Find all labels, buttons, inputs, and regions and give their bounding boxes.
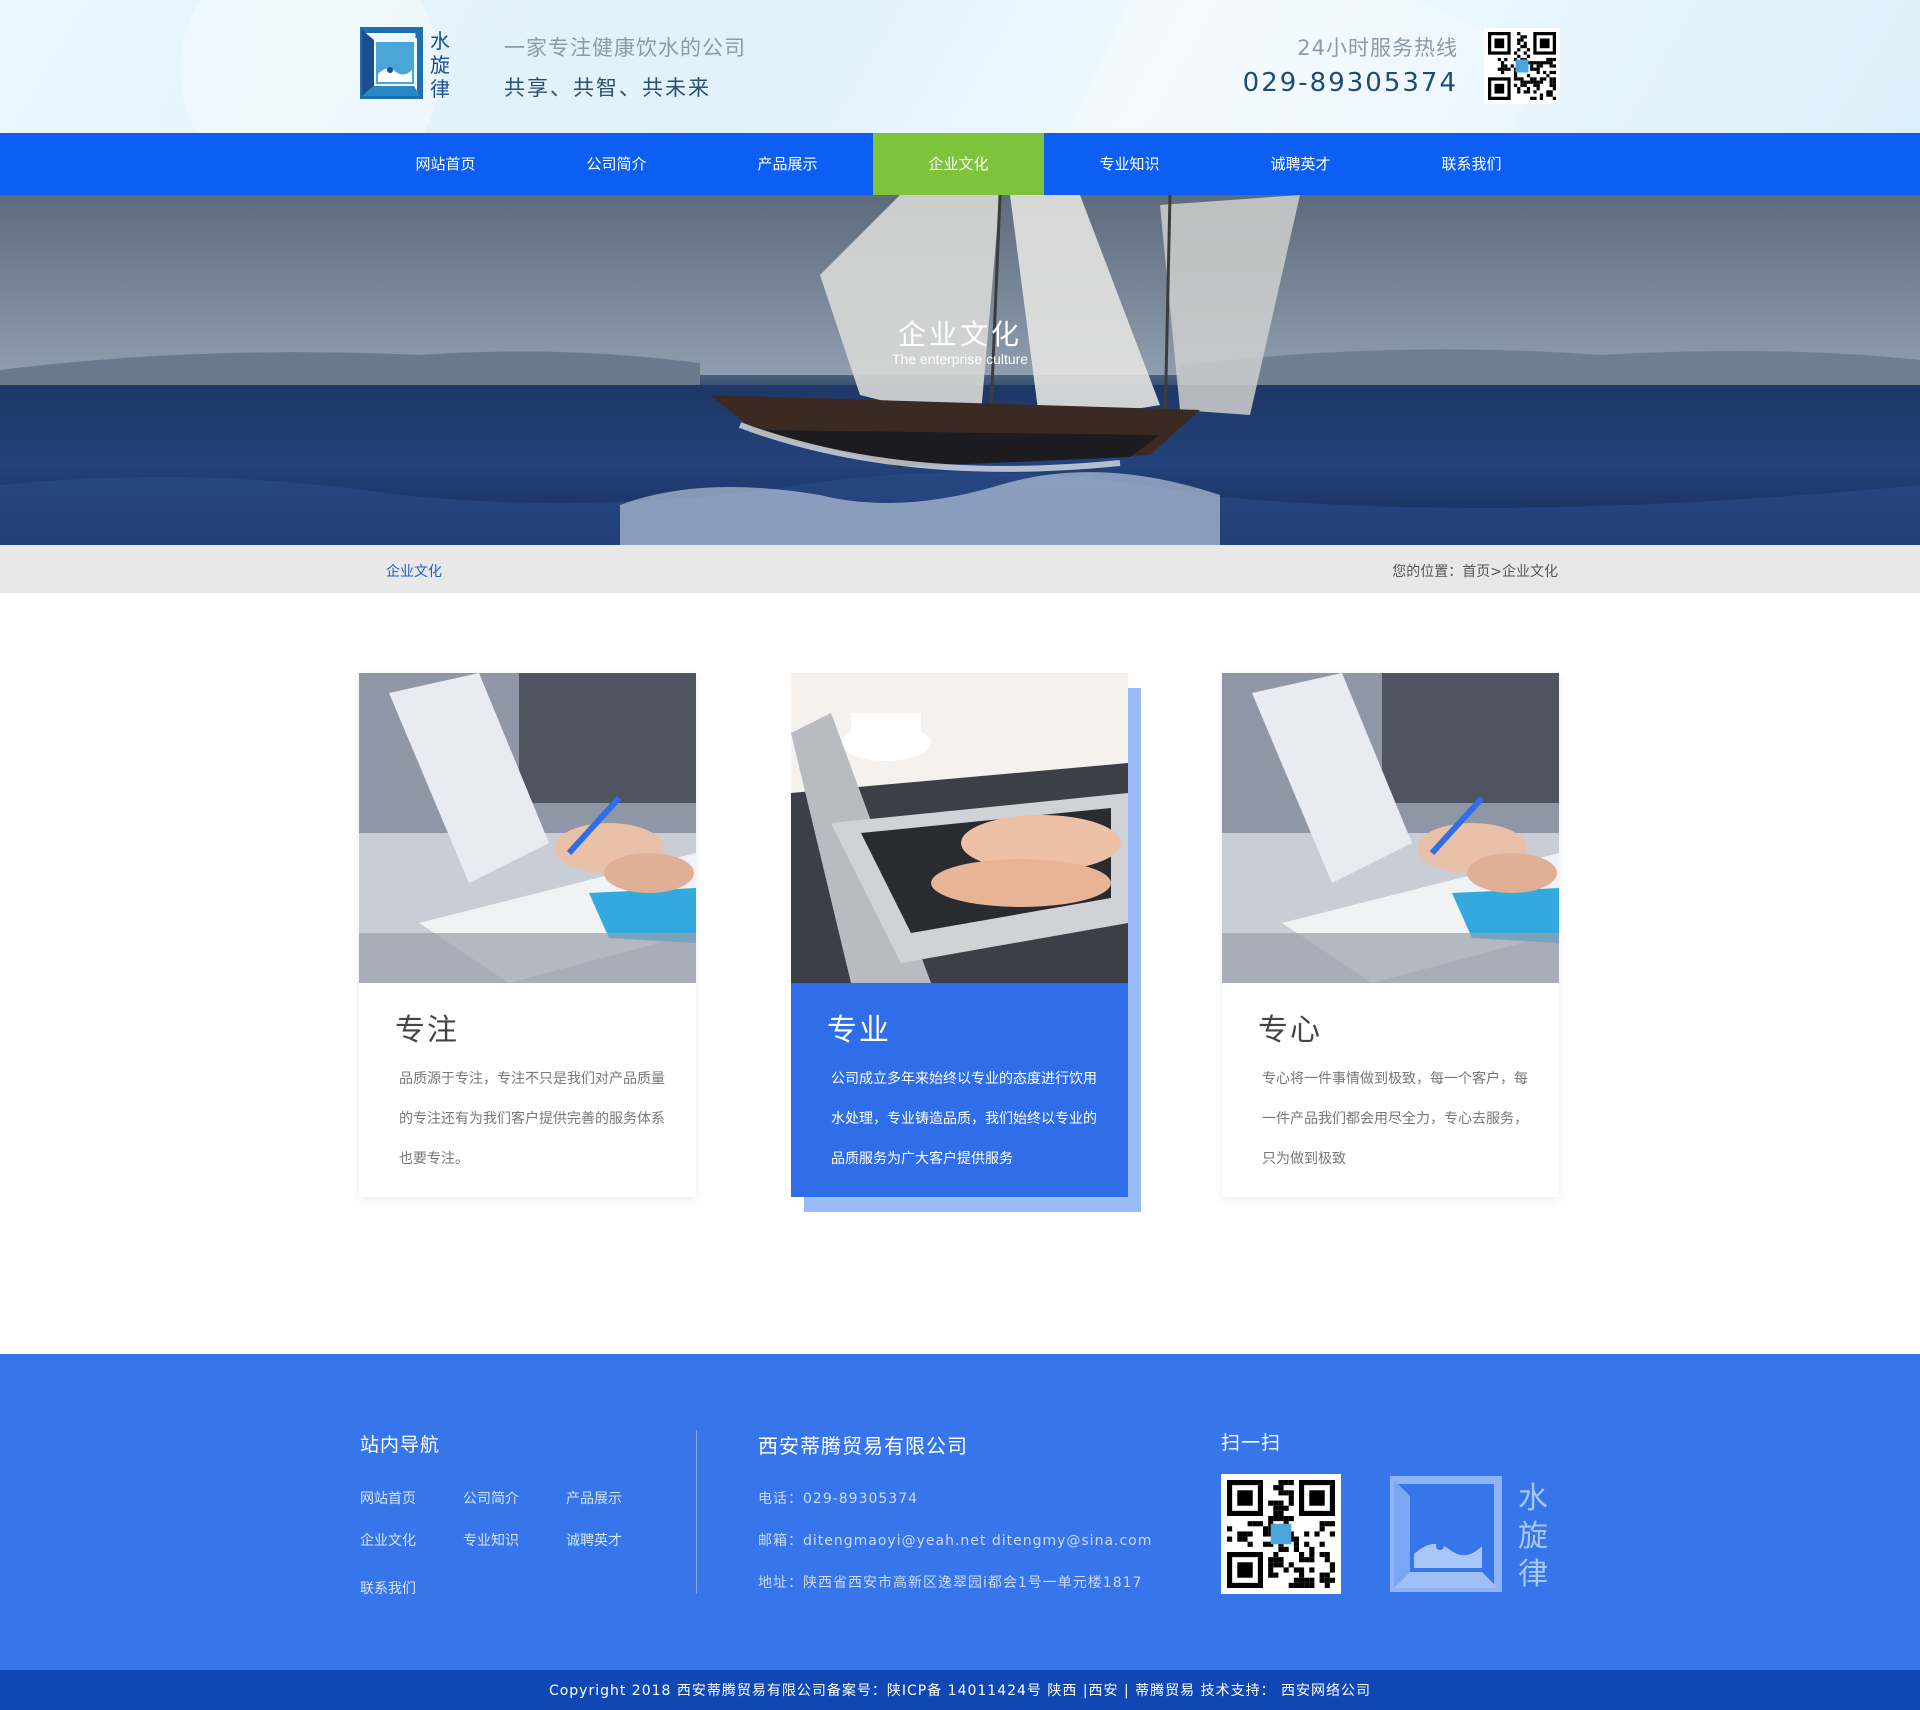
footer-link-careers[interactable]: 诚聘英才	[566, 1530, 622, 1550]
footer-logo: 水 旋 律	[1390, 1474, 1560, 1594]
meeting-photo-icon	[359, 673, 696, 983]
breadcrumb-current[interactable]: 企业文化	[1502, 564, 1558, 580]
card-description: 公司成立多年来始终以专业的态度进行饮用水处理，专业铸造品质，我们始终以专业的品质…	[831, 1071, 1097, 1167]
breadcrumb: 您的位置：首页>企业文化	[1392, 561, 1558, 581]
footer-nav-title: 站内导航	[360, 1434, 441, 1456]
footer-link-culture[interactable]: 企业文化	[360, 1530, 416, 1550]
card-description: 专心将一件事情做到极致，每一个客户，每一件产品我们都会用尽全力，专心去服务，只为…	[1262, 1071, 1528, 1167]
copyright-bar: Copyright 2018 西安蒂腾贸易有限公司备案号：陕ICP备 14011…	[0, 1670, 1920, 1710]
breadcrumb-home-link[interactable]: 首页	[1462, 564, 1490, 580]
footer-phone: 电话：029-89305374	[758, 1491, 919, 1507]
hotline-number: 029-89305374	[1242, 68, 1458, 98]
qr-code-icon	[1488, 32, 1556, 100]
site-footer: 站内导航 网站首页 公司简介 产品展示 企业文化 专业知识 诚聘英才 联系我们 …	[0, 1354, 1920, 1670]
breadcrumb-prefix: 您的位置：	[1392, 564, 1463, 580]
footer-link-knowledge[interactable]: 专业知识	[463, 1530, 519, 1550]
sailboat-banner-image	[0, 195, 1920, 545]
nav-item-knowledge[interactable]: 专业知识	[1044, 133, 1215, 195]
footer-logo-mark-icon: 水 旋 律	[1390, 1476, 1548, 1592]
section-label: 企业文化	[386, 564, 442, 580]
culture-card-professional[interactable]: 专业 公司成立多年来始终以专业的态度进行饮用水处理，专业铸造品质，我们始终以专业…	[791, 673, 1128, 1197]
nav-item-careers[interactable]: 诚聘英才	[1215, 133, 1386, 195]
header-qr-code	[1484, 28, 1560, 104]
qr-code-icon	[1227, 1480, 1335, 1588]
breadcrumb-separator: >	[1490, 564, 1502, 580]
culture-card-focus[interactable]: 专注 品质源于专注，专注不只是我们对产品质量的专注还有为我们客户提供完善的服务体…	[359, 673, 696, 1197]
footer-qr-code	[1221, 1474, 1341, 1594]
footer-link-about[interactable]: 公司简介	[463, 1488, 519, 1508]
nav-item-culture[interactable]: 企业文化	[873, 133, 1044, 195]
footer-address: 地址：陕西省西安市高新区逸翠园i都会1号一单元楼1817	[758, 1575, 1143, 1591]
logo-char: 律	[430, 77, 450, 101]
footer-logo-char: 水	[1518, 1481, 1548, 1516]
site-logo[interactable]: 水 旋 律	[359, 26, 472, 106]
hotline-label: 24小时服务热线	[1297, 36, 1458, 60]
card-title: 专业	[827, 1013, 891, 1048]
footer-email: 邮箱：ditengmaoyi@yeah.net ditengmy@sina.co…	[758, 1533, 1153, 1549]
logo-char: 水	[430, 29, 450, 53]
slogan-line1: 一家专注健康饮水的公司	[504, 36, 746, 60]
main-nav: 网站首页 公司简介 产品展示 企业文化 专业知识 诚聘英才 联系我们	[0, 133, 1920, 195]
footer-link-products[interactable]: 产品展示	[566, 1488, 622, 1508]
laptop-photo-icon	[791, 673, 1128, 983]
logo-mark-icon: 水 旋 律	[359, 27, 450, 101]
meeting-photo-icon	[1222, 673, 1559, 983]
breadcrumb-bar: 企业文化 您的位置：首页>企业文化	[0, 545, 1920, 593]
nav-list: 网站首页 公司简介 产品展示 企业文化 专业知识 诚聘英才 联系我们	[360, 133, 1560, 195]
slogan-line2: 共享、共智、共未来	[504, 76, 711, 100]
footer-scan-title: 扫一扫	[1221, 1432, 1282, 1454]
site-header: 水 旋 律 一家专注健康饮水的公司 共享、共智、共未来 24小时服务热线 029…	[0, 0, 1920, 133]
card-image-meeting	[1222, 673, 1559, 983]
banner-title: 企业文化	[897, 318, 1022, 351]
footer-link-home[interactable]: 网站首页	[360, 1488, 416, 1508]
card-image-meeting	[359, 673, 696, 983]
footer-logo-char: 律	[1518, 1557, 1548, 1592]
footer-company-name: 西安蒂腾贸易有限公司	[758, 1434, 968, 1458]
banner-subtitle: The enterprise culture	[891, 351, 1029, 367]
footer-logo-char: 旋	[1518, 1519, 1548, 1554]
logo-char: 旋	[430, 53, 450, 77]
page-banner: 企业文化 The enterprise culture	[0, 195, 1920, 545]
culture-card-dedication[interactable]: 专心 专心将一件事情做到极致，每一个客户，每一件产品我们都会用尽全力，专心去服务…	[1222, 673, 1559, 1197]
card-description: 品质源于专注，专注不只是我们对产品质量的专注还有为我们客户提供完善的服务体系也要…	[399, 1071, 665, 1167]
nav-item-products[interactable]: 产品展示	[702, 133, 873, 195]
card-title: 专注	[395, 1013, 459, 1048]
nav-item-home[interactable]: 网站首页	[360, 133, 531, 195]
nav-item-about[interactable]: 公司简介	[531, 133, 702, 195]
card-title: 专心	[1258, 1013, 1322, 1048]
culture-cards-section: 专注 品质源于专注，专注不只是我们对产品质量的专注还有为我们客户提供完善的服务体…	[0, 593, 1920, 1354]
footer-link-contact[interactable]: 联系我们	[360, 1578, 416, 1598]
nav-item-contact[interactable]: 联系我们	[1386, 133, 1557, 195]
card-image-laptop	[791, 673, 1128, 983]
footer-divider	[696, 1430, 697, 1594]
